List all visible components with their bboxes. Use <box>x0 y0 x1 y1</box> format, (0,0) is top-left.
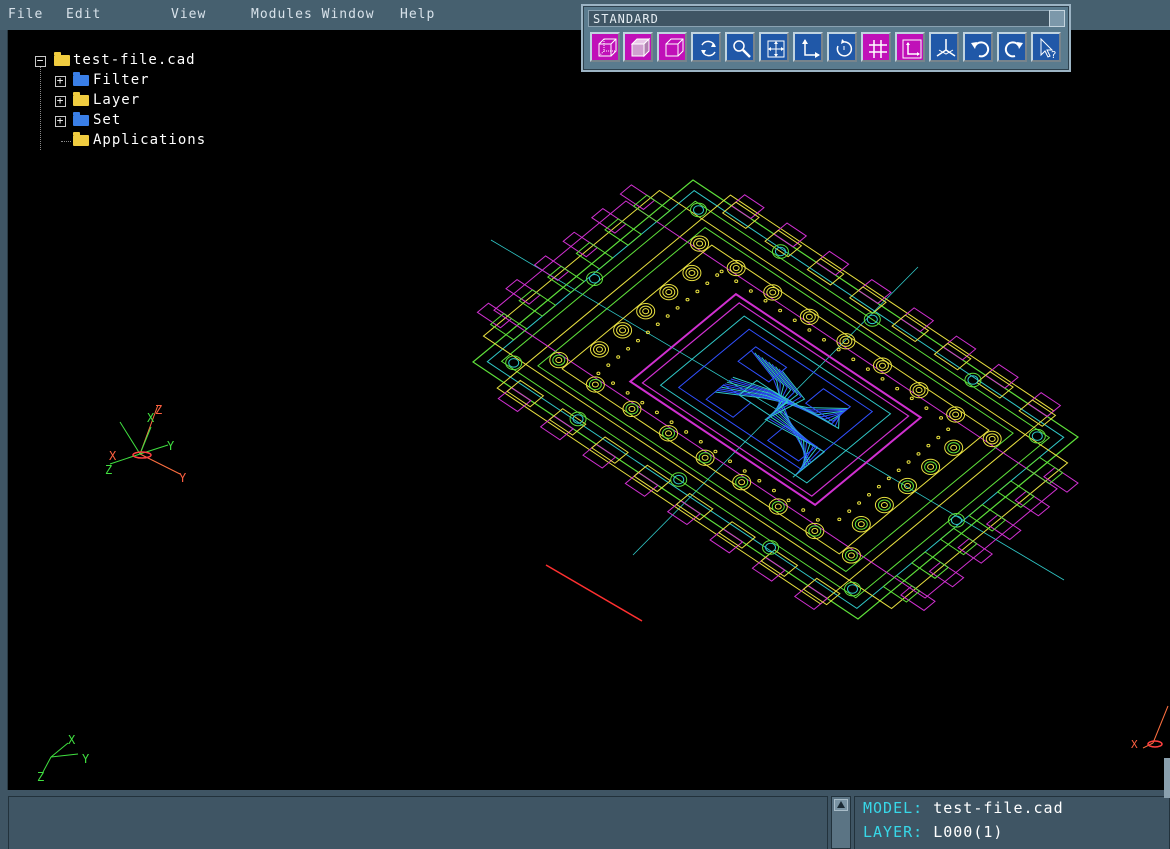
message-area <box>8 796 828 849</box>
menu-file[interactable]: File <box>8 7 43 22</box>
axis-label-z-bl: Z <box>37 770 44 784</box>
undo-button[interactable] <box>963 32 993 62</box>
zoom-button[interactable] <box>725 32 755 62</box>
shaded-box-button[interactable] <box>623 32 653 62</box>
grid-button[interactable] <box>861 32 891 62</box>
coordinate-frame-button[interactable] <box>895 32 925 62</box>
tree-item-label: Filter <box>93 72 150 88</box>
cad-viewport[interactable]: Z X Y X Z Y X Y Z X − test-file.cad + Fi… <box>7 30 1170 790</box>
standard-toolbar[interactable]: STANDARD ? <box>581 4 1071 72</box>
status-panel: MODEL: test-file.cad LAYER: L000(1) <box>854 796 1170 849</box>
tree-item-label: Set <box>93 112 122 128</box>
select-help-icon: ? <box>1040 37 1056 61</box>
redo-button[interactable] <box>997 32 1027 62</box>
menu-help[interactable]: Help <box>400 7 435 22</box>
rotate-dynamic-icon <box>836 39 853 57</box>
select-help-button[interactable]: ? <box>1031 32 1061 62</box>
model-label: MODEL: <box>863 799 924 817</box>
model-value: test-file.cad <box>933 799 1064 817</box>
redo-icon <box>1004 41 1023 58</box>
coordinate-frame-icon <box>902 39 922 59</box>
axis-label-y-bl: Y <box>82 752 90 766</box>
axis-label-x-br: X <box>1131 738 1138 751</box>
menu-modules-window[interactable]: Modules Window <box>251 7 375 22</box>
tree-connector <box>61 141 71 142</box>
scroll-up-arrow-icon[interactable] <box>834 799 848 811</box>
axis-icon <box>802 39 820 58</box>
tree-connector <box>40 66 41 150</box>
rotate-icon <box>701 40 716 57</box>
menu-edit[interactable]: Edit <box>66 7 101 22</box>
menu-view[interactable]: View <box>171 7 206 22</box>
zoom-icon <box>733 40 751 58</box>
hidden-line-box-icon <box>665 38 684 57</box>
axis-label-x-bl: X <box>68 733 76 747</box>
expand-toggle-icon[interactable]: + <box>55 94 66 107</box>
axis-label-y-red: Y <box>179 471 187 485</box>
toolbar-close-button[interactable] <box>1049 10 1065 27</box>
tree-root-label: test-file.cad <box>73 52 196 68</box>
message-scrollbar[interactable] <box>831 796 851 849</box>
axis-label-x-green: X <box>147 411 155 425</box>
toolbar-title-bar[interactable]: STANDARD <box>588 10 1050 27</box>
pan-icon <box>767 40 785 58</box>
folder-icon <box>73 132 89 146</box>
status-bar: MODEL: test-file.cad LAYER: L000(1) <box>0 790 1170 849</box>
isometric-view-button[interactable] <box>929 32 959 62</box>
layer-label: LAYER: <box>863 823 924 841</box>
rotate-dynamic-button[interactable] <box>827 32 857 62</box>
shaded-box-icon <box>630 37 651 58</box>
axis-triad-bottom-right <box>1142 705 1169 749</box>
undo-icon <box>971 41 990 58</box>
svg-text:?: ? <box>1051 50 1056 61</box>
axis-label-z-green: Z <box>105 463 112 477</box>
pan-button[interactable] <box>759 32 789 62</box>
grid-icon <box>869 40 887 58</box>
folder-icon <box>73 92 89 106</box>
axis-button[interactable] <box>793 32 823 62</box>
folder-icon <box>73 112 89 126</box>
red-construction-line <box>545 564 643 622</box>
expand-toggle-icon[interactable]: + <box>55 114 66 127</box>
wireframe-box-icon <box>598 38 617 57</box>
layer-value: L000(1) <box>933 823 1004 841</box>
toolbar-title: STANDARD <box>593 12 659 26</box>
axis-label-y-green: Y <box>167 439 175 453</box>
tree-item-label: Applications <box>93 132 207 148</box>
expand-toggle-icon[interactable]: + <box>55 74 66 87</box>
axis-label-z-red: Z <box>155 403 162 417</box>
hidden-line-box-button[interactable] <box>657 32 687 62</box>
axis-triad-bottom-left <box>42 742 79 773</box>
collapse-toggle-icon[interactable]: − <box>35 54 46 67</box>
wireframe-box-button[interactable] <box>590 32 620 62</box>
tree-item-label: Layer <box>93 92 141 108</box>
open-folder-icon <box>54 52 70 66</box>
mold-plate-model <box>471 179 1080 620</box>
isometric-view-icon <box>936 39 956 57</box>
rotate-button[interactable] <box>691 32 721 62</box>
folder-icon <box>73 72 89 86</box>
axis-label-x-red: X <box>109 449 117 463</box>
viewport-edge-handle[interactable] <box>1164 758 1170 798</box>
